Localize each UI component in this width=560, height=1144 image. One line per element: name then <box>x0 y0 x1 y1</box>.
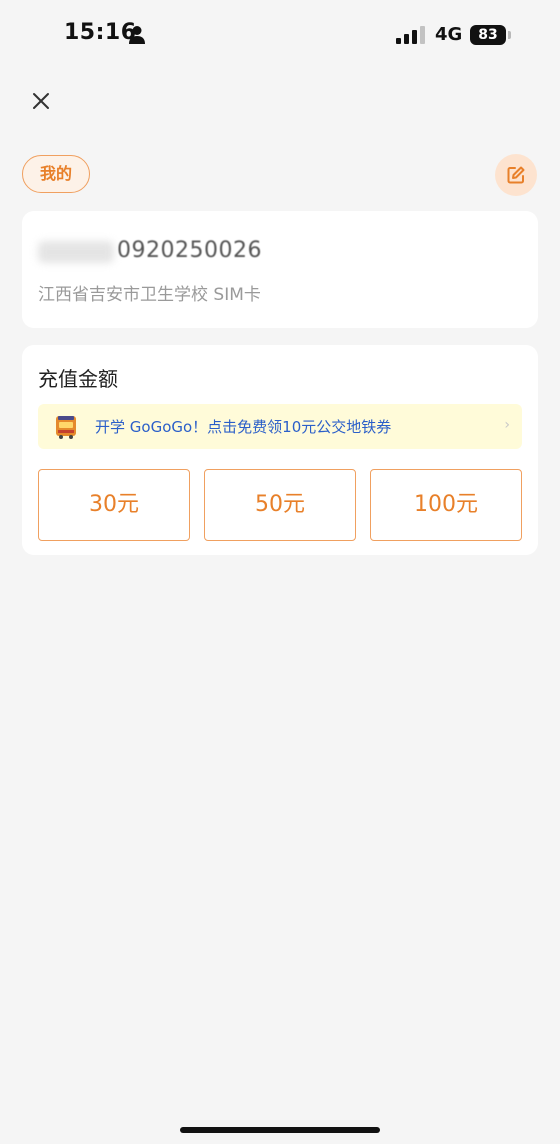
network-type: 4G <box>435 24 463 45</box>
bus-ticket-icon <box>56 416 76 439</box>
edit-icon <box>507 166 525 184</box>
battery-level: 83 <box>478 27 498 43</box>
person-icon <box>129 26 145 44</box>
battery-icon: 83 <box>470 25 506 45</box>
close-icon <box>33 93 49 109</box>
amount-option-30[interactable]: 30元 <box>38 469 190 541</box>
mine-button[interactable]: 我的 <box>22 155 90 193</box>
signal-icon <box>396 26 425 44</box>
amount-option-100[interactable]: 100元 <box>370 469 522 541</box>
status-time: 15:16 <box>64 20 137 45</box>
account-card: 0920250026 江西省吉安市卫生学校 SIM卡 <box>22 211 538 328</box>
promo-text: 开学 GoGoGo！点击免费领10元公交地铁券 <box>95 418 392 436</box>
close-button[interactable] <box>26 86 56 116</box>
recharge-card: 充值金额 开学 GoGoGo！点击免费领10元公交地铁券 › 30元 50元 1… <box>22 345 538 555</box>
amount-option-50[interactable]: 50元 <box>204 469 356 541</box>
promo-banner[interactable]: 开学 GoGoGo！点击免费领10元公交地铁券 › <box>38 404 522 449</box>
battery-tip <box>508 31 511 39</box>
masked-number-prefix <box>38 241 114 263</box>
chevron-right-icon: › <box>504 417 510 433</box>
recharge-title: 充值金额 <box>38 367 118 391</box>
status-bar: 15:16 4G 83 <box>0 0 560 72</box>
home-indicator[interactable] <box>180 1127 380 1133</box>
edit-button[interactable] <box>495 154 537 196</box>
account-description: 江西省吉安市卫生学校 SIM卡 <box>38 285 261 305</box>
account-number: 0920250026 <box>117 238 262 263</box>
